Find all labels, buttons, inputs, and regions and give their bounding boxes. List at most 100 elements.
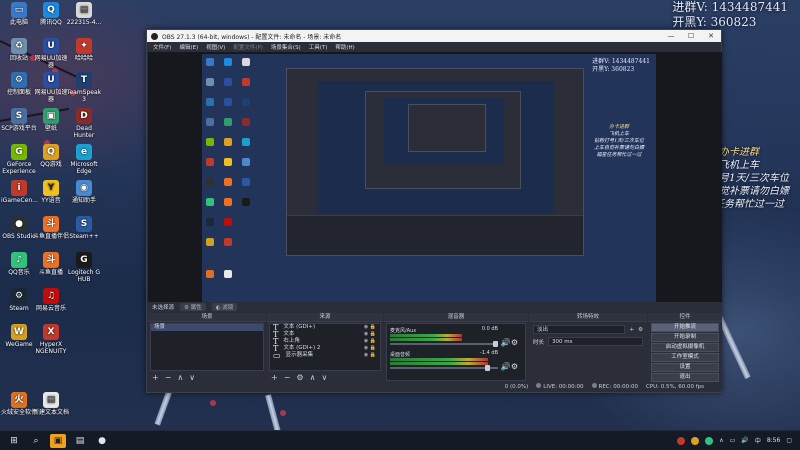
settings-button[interactable]: 设置 xyxy=(651,363,719,372)
desktop-icon[interactable]: U 网易UU加速器 xyxy=(33,72,69,103)
visibility-eye-icon[interactable]: ◉ 🔒 xyxy=(364,338,376,345)
volume-slider-knob[interactable] xyxy=(485,365,490,371)
studio-mode-button[interactable]: 工作室模式 xyxy=(651,353,719,362)
desktop-icon[interactable]: Y YY语音 xyxy=(33,180,69,204)
add-transition-button[interactable]: + xyxy=(629,327,634,333)
filters-button[interactable]: ◐ 滤镜 xyxy=(211,303,238,311)
maximize-icon[interactable]: ☐ xyxy=(681,32,701,40)
desktop-icon[interactable]: Q 腾讯QQ xyxy=(33,2,69,26)
desktop-icon[interactable]: ▭ 此电脑 xyxy=(1,2,37,26)
menu-profile[interactable]: 配置文件(P) xyxy=(229,43,267,51)
tray-app-icon[interactable] xyxy=(705,436,714,445)
desktop-icon[interactable]: Q QQ游戏 xyxy=(33,144,69,168)
move-down-icon[interactable]: ∨ xyxy=(189,373,195,382)
start-virtual-camera-button[interactable]: 启动虚拟摄像机 xyxy=(651,343,719,352)
visibility-eye-icon[interactable]: ◉ 🔒 xyxy=(364,345,376,352)
add-scene-button[interactable]: + xyxy=(152,373,159,382)
transition-select[interactable]: 淡出 xyxy=(533,325,626,334)
scene-item[interactable]: 场景 xyxy=(151,324,263,331)
move-up-icon[interactable]: ∧ xyxy=(177,373,183,382)
desktop-icon[interactable]: 斗斗鱼直播伴侣 xyxy=(33,216,69,240)
source-item[interactable]: ▭ 显示器采集 ◉ 🔒 xyxy=(270,352,380,360)
tray-app-icon[interactable] xyxy=(691,436,700,445)
properties-button[interactable]: ⚙ 属性 xyxy=(180,303,206,311)
desktop-icon[interactable]: ● OBS Studio xyxy=(1,216,37,240)
desktop-icon[interactable]: ▣ 壁纸 xyxy=(33,108,69,132)
menu-scene-collection[interactable]: 场景集合(S) xyxy=(267,43,305,51)
volume-slider-knob[interactable] xyxy=(493,341,498,347)
obs-taskbar-icon[interactable]: ● xyxy=(94,434,110,448)
menu-file[interactable]: 文件(F) xyxy=(149,43,175,51)
menu-edit[interactable]: 编辑(E) xyxy=(175,43,202,51)
menu-help[interactable]: 帮助(H) xyxy=(331,43,358,51)
desktop-icon[interactable]: e Microsoft Edge xyxy=(66,144,102,175)
tray-up-arrow-icon[interactable]: ∧ xyxy=(719,437,723,444)
source-item[interactable]: T 文本 (GDI+) 2 ◉ 🔒 xyxy=(270,345,380,353)
desktop-icon[interactable]: S SCP游戏平台 xyxy=(1,108,37,132)
desktop-icon[interactable]: G GeForce Experience xyxy=(1,144,37,175)
remove-source-button[interactable]: − xyxy=(284,373,291,382)
desktop-icon[interactable]: ♪ QQ音乐 xyxy=(1,252,37,276)
desktop-icon[interactable]: ◉ 通知助手 xyxy=(66,180,102,204)
desktop-icon[interactable]: S Steam++ xyxy=(66,216,102,240)
minimize-icon[interactable]: — xyxy=(661,32,681,40)
desktop-icon[interactable]: i iGameCen... xyxy=(1,180,38,204)
visibility-eye-icon[interactable]: ◉ 🔒 xyxy=(364,331,376,338)
desktop-icon[interactable]: ⚙ Steam xyxy=(1,288,37,312)
volume-slider[interactable] xyxy=(390,341,498,347)
task-view-icon[interactable]: ▣ xyxy=(50,433,66,448)
text-file-icon: ▤ xyxy=(43,392,59,408)
move-down-icon[interactable]: ∨ xyxy=(321,373,327,382)
speaker-icon[interactable]: 🔊⚙ xyxy=(501,362,518,371)
desktop-icon[interactable]: 火火绒安全软件 xyxy=(1,392,37,416)
source-item[interactable]: T 右上角 ◉ 🔒 xyxy=(270,338,380,346)
preview-canvas[interactable]: 进群V: 1434487441 开黑Y: 360823 办卡进群 飞机上车 钻粉… xyxy=(202,54,656,310)
start-streaming-button[interactable]: 开始推流 xyxy=(651,323,719,332)
exit-button[interactable]: 退出 xyxy=(651,373,719,382)
desktop-icon[interactable]: ▤ 新建文本文档 xyxy=(33,392,69,416)
duration-field[interactable]: 300 ms xyxy=(548,337,643,346)
desktop-icon[interactable]: ✦ 哈哈哈 xyxy=(66,38,102,62)
desktop-icon[interactable]: X HyperX NGENUITY xyxy=(33,324,69,355)
file-explorer-icon[interactable]: ▤ xyxy=(72,434,88,448)
obs-preview[interactable]: 进群V: 1434487441 开黑Y: 360823 办卡进群 飞机上车 钻粉… xyxy=(148,52,722,310)
speaker-icon[interactable]: 🔊⚙ xyxy=(501,338,518,347)
desktop-icon[interactable]: ♫ 网易云音乐 xyxy=(33,288,69,312)
network-icon[interactable]: ▭ xyxy=(730,437,736,444)
desktop-icon[interactable]: ♻ 回收站 xyxy=(1,38,37,62)
add-source-button[interactable]: + xyxy=(271,373,278,382)
tray-app-icon[interactable] xyxy=(677,436,686,445)
desktop-icon[interactable]: G Logitech G HUB xyxy=(66,252,102,283)
desktop-icon[interactable]: T TeamSpeak 3 xyxy=(66,72,102,103)
desktop-icon[interactable]: W WeGame xyxy=(1,324,37,348)
preview-nested-canvas xyxy=(384,98,504,164)
visibility-eye-icon[interactable]: ◉ 🔒 xyxy=(364,324,376,331)
menu-view[interactable]: 视图(V) xyxy=(202,43,229,51)
transition-settings-icon[interactable]: ⚙ xyxy=(638,327,643,333)
taskbar-clock[interactable]: 8:56 xyxy=(767,437,780,444)
search-icon[interactable]: ⌕ xyxy=(28,434,44,448)
filters-label: 滤镜 xyxy=(222,305,234,311)
ime-icon[interactable]: 中 xyxy=(755,436,761,445)
source-item[interactable]: T 文本 (GDI+) ◉ 🔒 xyxy=(270,324,380,332)
start-recording-button[interactable]: 开始录制 xyxy=(651,333,719,342)
desktop-icon[interactable]: 斗斗鱼直播 xyxy=(33,252,69,276)
visibility-eye-icon[interactable]: ◉ 🔒 xyxy=(364,352,376,359)
source-item[interactable]: T 文本 ◉ 🔒 xyxy=(270,331,380,339)
obs-window[interactable]: OBS 27.1.3 (64-bit, windows) - 配置文件: 未命名… xyxy=(146,29,722,393)
windows-start-icon[interactable]: ⊞ xyxy=(6,434,22,448)
move-up-icon[interactable]: ∧ xyxy=(310,373,316,382)
desktop-icon[interactable]: ⚙ 控制面板 xyxy=(1,72,37,96)
menu-tools[interactable]: 工具(T) xyxy=(305,43,332,51)
desktop-icon[interactable]: U 网易UU加速器 xyxy=(33,38,69,69)
close-icon[interactable]: ✕ xyxy=(701,32,721,40)
obs-titlebar[interactable]: OBS 27.1.3 (64-bit, windows) - 配置文件: 未命名… xyxy=(147,30,721,42)
notification-icon[interactable]: ▢ xyxy=(786,437,792,444)
desktop-icon[interactable]: ▤ 222315-4... xyxy=(66,2,102,26)
remove-scene-button[interactable]: − xyxy=(165,373,172,382)
source-settings-icon[interactable]: ⚙ xyxy=(296,373,303,382)
volume-slider[interactable] xyxy=(390,365,498,371)
volume-icon[interactable]: 🔊 xyxy=(741,437,748,444)
desktop-icon-label: 新建文本文档 xyxy=(33,409,70,416)
desktop-icon[interactable]: D Dead Hunter xyxy=(66,108,102,139)
